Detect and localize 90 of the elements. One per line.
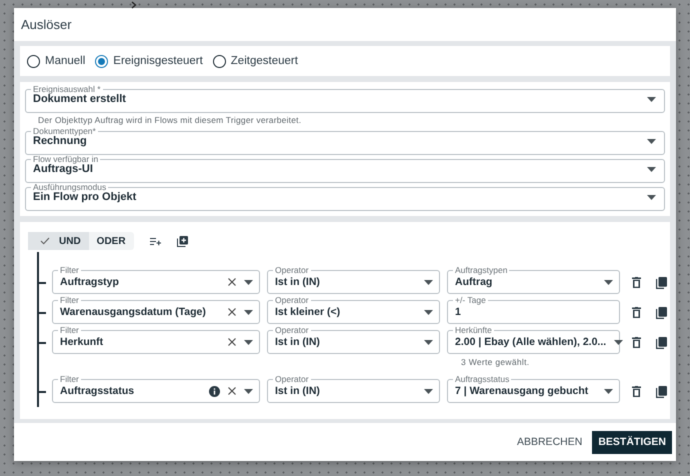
field-label: Ausführungsmodus: [32, 183, 108, 191]
radio-option[interactable]: Manuell: [27, 54, 86, 68]
select-field[interactable]: Filter Auftragstyp: [52, 266, 260, 294]
field-label: +/- Tage: [454, 296, 487, 304]
dropdown-icon[interactable]: [424, 340, 433, 344]
field-label: Auftragstypen: [454, 266, 508, 274]
select-field[interactable]: Flow verfügbar in Auftrags-UI: [25, 155, 665, 183]
field-label: Ereignisauswahl *: [32, 85, 102, 93]
copy-icon[interactable]: [656, 337, 666, 349]
field-label: Dokumenttypen*: [32, 127, 97, 135]
square-plus-icon[interactable]: [176, 236, 188, 246]
dropdown-icon[interactable]: [614, 340, 624, 344]
trash-icon[interactable]: [632, 386, 640, 397]
clear-icon[interactable]: [228, 308, 236, 316]
input-field[interactable]: +/- Tage 1: [447, 296, 620, 324]
select-field[interactable]: Herkünfte 2.00 | Ebay (Alle wählen), 2.0...: [447, 326, 620, 354]
field-value: Warenausgangsdatum (Tage): [60, 306, 207, 318]
field-value: Ist in (IN): [275, 276, 321, 288]
field-value: Ist kleiner (<): [275, 306, 342, 318]
cancel-button[interactable]: ABBRECHEN: [510, 430, 588, 454]
chevron-icon: [131, 1, 137, 9]
select-field[interactable]: Operator Ist kleiner (<): [267, 296, 440, 324]
select-field[interactable]: Filter Herkunft: [52, 326, 260, 354]
info-icon[interactable]: [209, 386, 220, 396]
confirm-button[interactable]: BESTÄTIGEN: [592, 430, 672, 454]
trash-icon[interactable]: [632, 277, 640, 288]
field-value: 7 | Warenausgang gebucht: [455, 385, 590, 397]
field-label: Filter: [59, 326, 80, 334]
dropdown-icon[interactable]: [647, 194, 656, 200]
field-value: 1: [455, 306, 462, 318]
field-label: Filter: [59, 375, 80, 383]
logic-toggle[interactable]: ODER: [88, 232, 134, 250]
select-field[interactable]: Filter Auftragsstatus: [52, 375, 260, 403]
select-field[interactable]: Operator Ist in (IN): [267, 266, 440, 294]
dropdown-icon[interactable]: [244, 280, 253, 284]
field-value: Rechnung: [33, 135, 87, 147]
copy-icon[interactable]: [656, 277, 666, 289]
copy-icon[interactable]: [656, 307, 666, 319]
field-label: Operator: [274, 296, 310, 304]
field-label: Filter: [59, 266, 80, 274]
field-value: 2.00 | Ebay (Alle wählen), 2.0...: [455, 336, 606, 348]
field-label: Auftragsstatus: [454, 375, 510, 383]
dropdown-icon[interactable]: [604, 280, 613, 284]
dropdown-icon[interactable]: [647, 96, 656, 102]
clear-icon[interactable]: [228, 278, 236, 286]
select-field[interactable]: Auftragstypen Auftrag: [447, 266, 620, 294]
trash-icon[interactable]: [632, 337, 640, 348]
field-value: Ist in (IN): [275, 336, 321, 348]
dropdown-icon[interactable]: [424, 310, 433, 314]
dropdown-icon[interactable]: [647, 138, 656, 144]
field-value: Auftrag: [455, 276, 494, 288]
dropdown-icon[interactable]: [244, 340, 253, 344]
clear-icon[interactable]: [228, 338, 236, 346]
field-value: Auftrags-UI: [33, 163, 94, 175]
list-plus-icon[interactable]: [150, 236, 161, 246]
dialog-title: Auslöser: [21, 17, 72, 32]
select-field[interactable]: Operator Ist in (IN): [267, 326, 440, 354]
dropdown-icon[interactable]: [604, 388, 613, 394]
select-field[interactable]: Dokumenttypen* Rechnung: [25, 127, 665, 155]
helper-text: Der Objekttyp Auftrag wird in Flows mit diesem Trigger verarbeitet.: [37, 114, 302, 127]
field-value: Ist in (IN): [275, 385, 321, 397]
field-value: Ein Flow pro Objekt: [33, 191, 138, 203]
field-label: Operator: [274, 266, 310, 274]
check-icon: [40, 237, 50, 245]
dropdown-icon[interactable]: [647, 166, 656, 172]
field-label: Operator: [274, 326, 310, 334]
dropdown-icon[interactable]: [244, 310, 253, 314]
radio-option[interactable]: Ereignisgesteuert: [95, 54, 203, 68]
dropdown-icon[interactable]: [424, 280, 433, 284]
dropdown-icon[interactable]: [424, 388, 433, 394]
select-field[interactable]: Auftragsstatus 7 | Warenausgang gebucht: [447, 375, 620, 403]
radio-option[interactable]: Zeitgesteuert: [212, 54, 298, 68]
field-value: Auftragsstatus: [60, 385, 136, 397]
trash-icon[interactable]: [632, 307, 640, 318]
helper-text: 3 Werte gewählt.: [460, 356, 530, 367]
logic-toggle[interactable]: UND: [28, 232, 89, 250]
clear-icon[interactable]: [228, 387, 236, 395]
field-label: Operator: [274, 375, 310, 383]
select-field[interactable]: Operator Ist in (IN): [267, 375, 440, 403]
dropdown-icon[interactable]: [244, 388, 253, 394]
select-field[interactable]: Filter Warenausgangsdatum (Tage): [52, 296, 260, 324]
field-label: Flow verfügbar in: [32, 155, 100, 163]
select-field[interactable]: Ausführungsmodus Ein Flow pro Objekt: [25, 183, 665, 211]
copy-icon[interactable]: [656, 386, 666, 398]
field-label: Herkünfte: [454, 326, 493, 334]
field-value: Auftragstyp: [60, 276, 120, 288]
select-field[interactable]: Ereignisauswahl * Dokument erstellt: [25, 85, 665, 113]
field-value: Dokument erstellt: [33, 93, 127, 105]
field-value: Herkunft: [60, 336, 104, 348]
field-label: Filter: [59, 296, 80, 304]
